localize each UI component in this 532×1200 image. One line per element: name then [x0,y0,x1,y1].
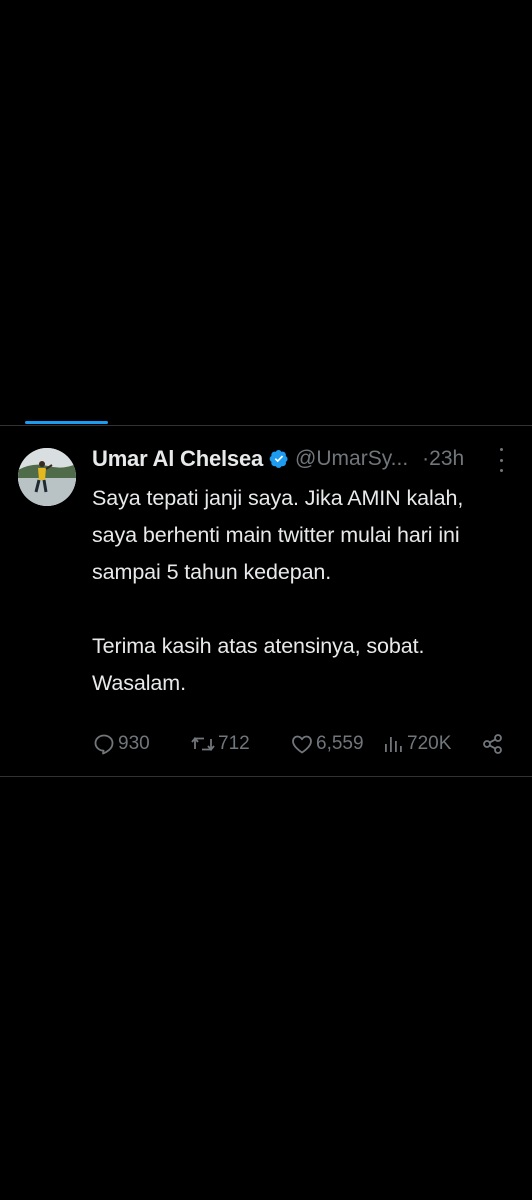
views-button[interactable]: 720K [383,726,451,762]
tweet-text-line: Terima kasih atas atensinya, sobat. [92,634,425,658]
verified-badge-icon [269,449,289,469]
avatar[interactable] [18,448,76,506]
display-name[interactable]: Umar Al Chelsea [92,446,263,472]
reply-icon [94,734,114,755]
retweet-count: 712 [218,733,250,754]
tweet-text-line: sampai 5 tahun kedepan. [92,560,332,584]
heart-icon [292,735,312,754]
tweet-text-line: Saya tepati janji saya. Jika AMIN kalah, [92,486,464,510]
more-dot [499,469,503,472]
more-dot [499,448,503,451]
tweet-text-line: saya berhenti main twitter mulai hari in… [92,523,460,547]
tweet-text: Saya tepati janji saya. Jika AMIN kalah,… [92,480,522,702]
views-icon [385,737,402,752]
avatar-image [18,448,76,506]
timestamp[interactable]: ·23h [422,447,464,471]
reply-count: 930 [118,733,150,754]
like-count: 6,559 [316,733,364,754]
retweet-button[interactable]: 712 [190,726,250,762]
tweet-header: Umar Al Chelsea @UmarSy... ·23h [92,444,512,474]
tweet[interactable]: Umar Al Chelsea @UmarSy... ·23h Saya tep… [0,426,532,776]
more-dot [499,458,503,462]
tweet-actions: 930 712 6,559 720K [0,726,532,762]
share-icon [483,734,502,754]
tab-active-indicator [25,421,108,424]
like-button[interactable]: 6,559 [290,726,364,762]
handle[interactable]: @UmarSy... [295,447,408,471]
more-vertical-icon[interactable] [496,448,506,472]
views-count: 720K [407,733,452,754]
share-button[interactable] [482,726,504,762]
bottom-divider [0,776,532,777]
tweet-text-line: Wasalam. [92,671,186,695]
reply-button[interactable]: 930 [92,726,150,762]
retweet-icon [191,736,215,752]
